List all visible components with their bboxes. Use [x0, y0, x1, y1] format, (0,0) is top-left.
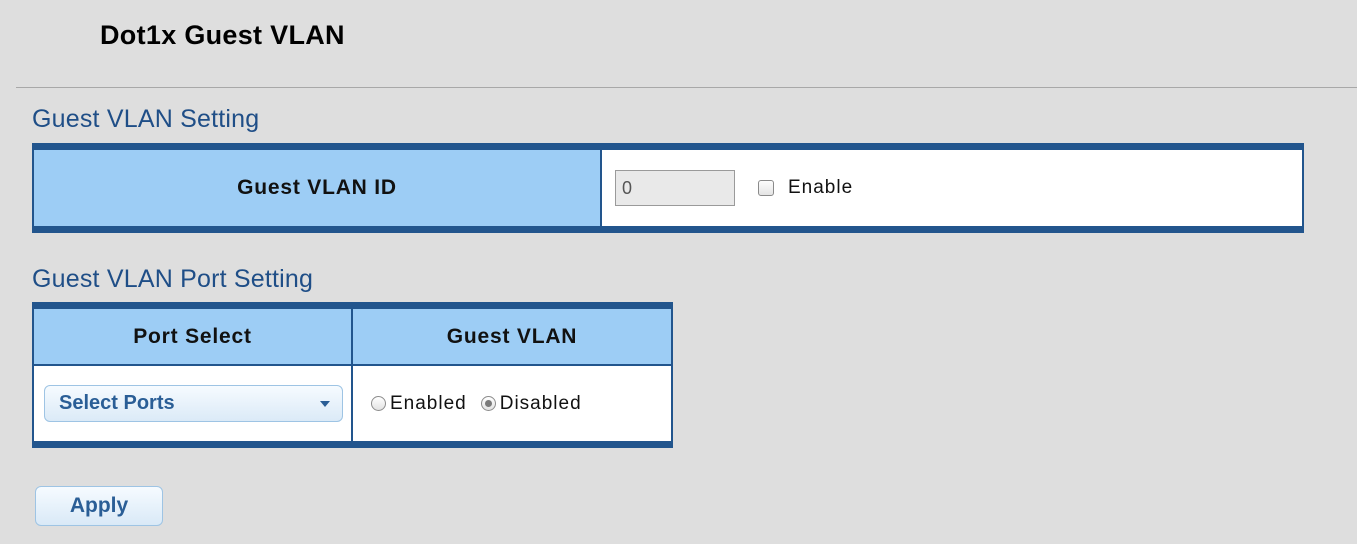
port-select-dropdown[interactable]: Select Ports: [44, 385, 343, 422]
guest-vlan-id-value-cell: Enable: [602, 150, 1302, 226]
enabled-radio[interactable]: [371, 396, 386, 411]
guest-vlan-id-input[interactable]: [615, 170, 735, 206]
guest-vlan-radio-group: Enabled Disabled: [353, 393, 582, 415]
page-title: Dot1x Guest VLAN: [100, 20, 345, 50]
enabled-radio-label: Enabled: [390, 392, 467, 414]
guest-vlan-header: Guest VLAN: [353, 309, 671, 366]
guest-vlan-port-setting-table: Port Select Guest VLAN Select Ports Enab…: [32, 302, 673, 448]
guest-vlan-setting-title: Guest VLAN Setting: [32, 105, 260, 133]
enable-label: Enable: [788, 177, 854, 198]
enable-checkbox[interactable]: [758, 180, 774, 196]
guest-vlan-setting-table: Guest VLAN ID Enable: [32, 143, 1304, 233]
guest-vlan-radio-cell: Enabled Disabled: [353, 366, 671, 441]
chevron-down-icon: [320, 400, 330, 407]
disabled-radio[interactable]: [480, 396, 496, 411]
guest-vlan-id-label: Guest VLAN ID: [34, 150, 602, 226]
apply-button[interactable]: Apply: [35, 486, 163, 526]
disabled-radio-label: Disabled: [499, 392, 582, 414]
port-select-header: Port Select: [34, 309, 353, 366]
port-select-value: Select Ports: [59, 392, 175, 414]
guest-vlan-port-setting-title: Guest VLAN Port Setting: [32, 265, 314, 293]
title-divider: [16, 87, 1357, 88]
port-select-cell: Select Ports: [34, 366, 353, 441]
